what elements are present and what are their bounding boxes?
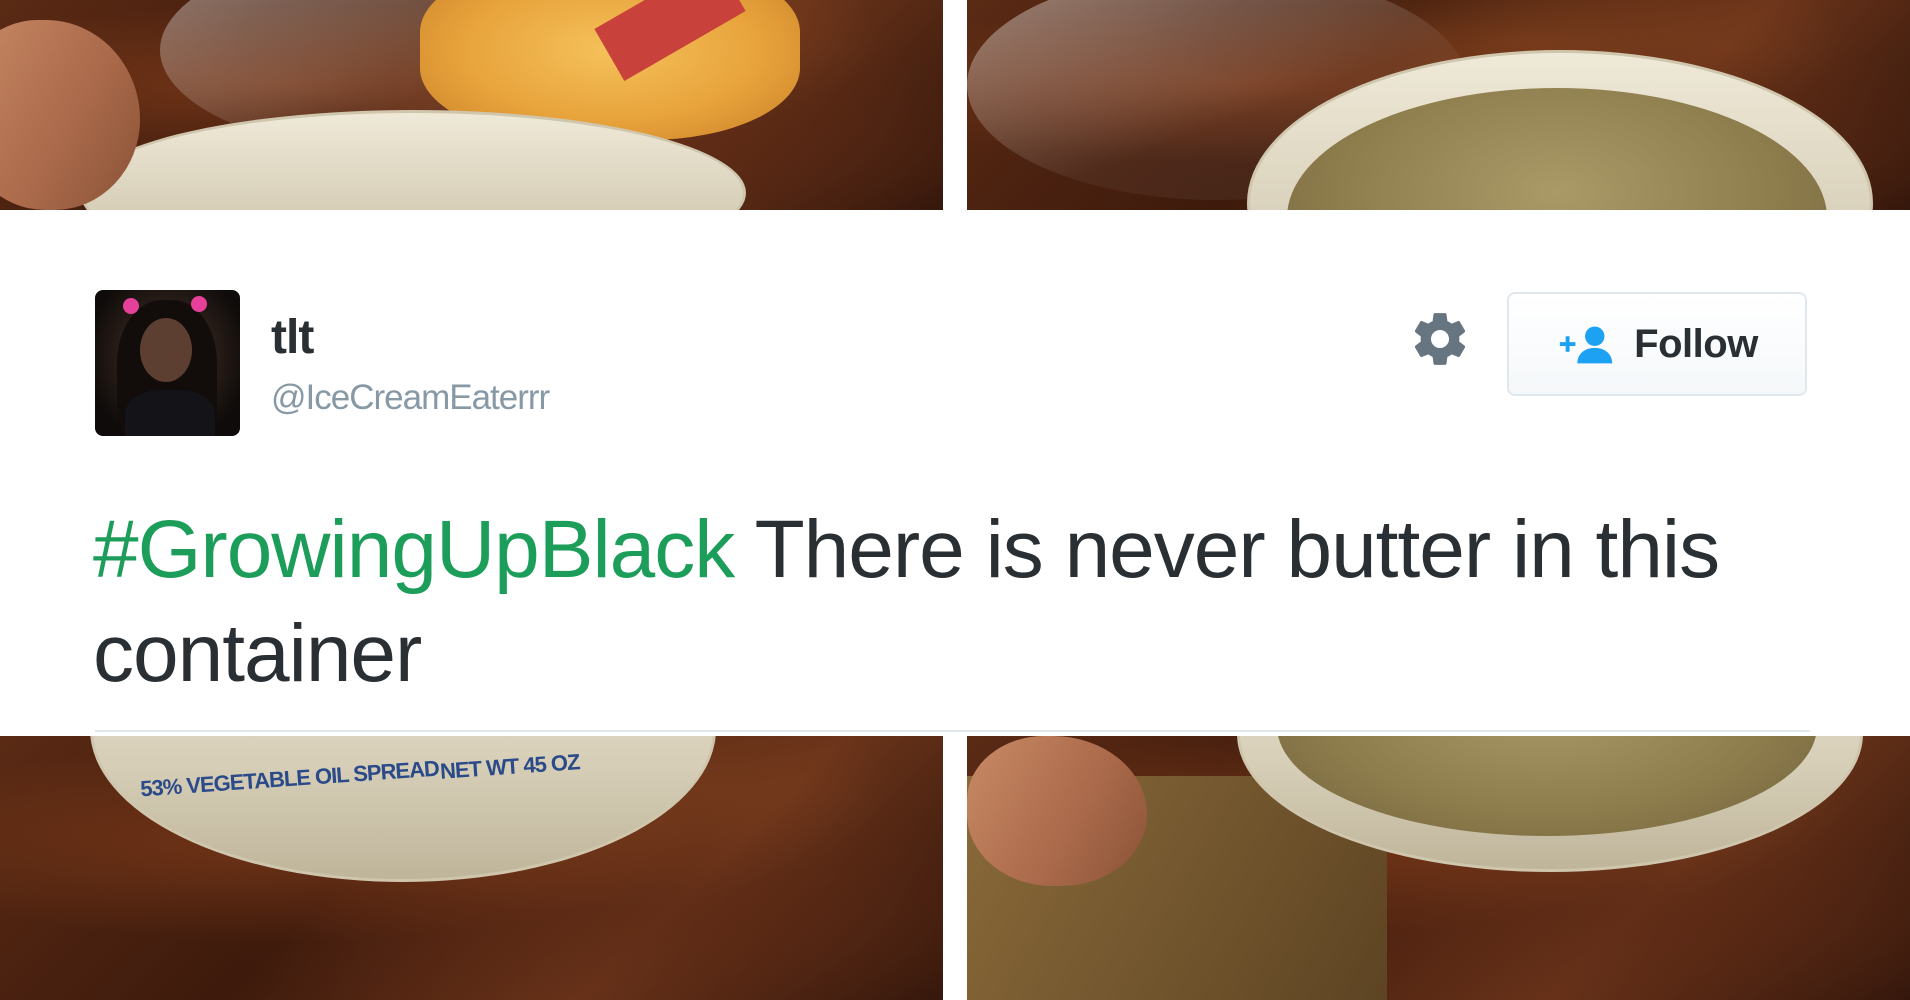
avatar-ear-accessory — [123, 298, 139, 314]
photo-bottom-left[interactable]: 53% VEGETABLE OIL SPREAD NET WT 45 OZ — [0, 736, 943, 1000]
user-handle[interactable]: @IceCreamEaterrr — [271, 378, 550, 418]
follow-label: Follow — [1634, 321, 1758, 366]
divider — [95, 730, 1810, 732]
gear-icon[interactable] — [1409, 308, 1471, 370]
avatar-ear-accessory — [191, 296, 207, 312]
photo-top-right[interactable] — [967, 0, 1910, 210]
add-user-icon — [1560, 326, 1613, 364]
follow-button[interactable]: Follow — [1507, 292, 1807, 396]
hashtag-link[interactable]: #GrowingUpBlack — [93, 504, 735, 595]
hand — [967, 736, 1147, 886]
tweet-card: tlt @IceCreamEaterrr Follow #GrowingUpBl… — [0, 210, 1910, 736]
avatar-shirt — [125, 390, 215, 436]
tweet-text: #GrowingUpBlack There is never butter in… — [93, 498, 1793, 706]
display-name[interactable]: tlt — [271, 310, 314, 365]
photo-top-left[interactable] — [0, 0, 943, 210]
avatar-face — [140, 318, 192, 382]
photo-bottom-right[interactable] — [967, 736, 1910, 1000]
avatar[interactable] — [95, 290, 240, 436]
